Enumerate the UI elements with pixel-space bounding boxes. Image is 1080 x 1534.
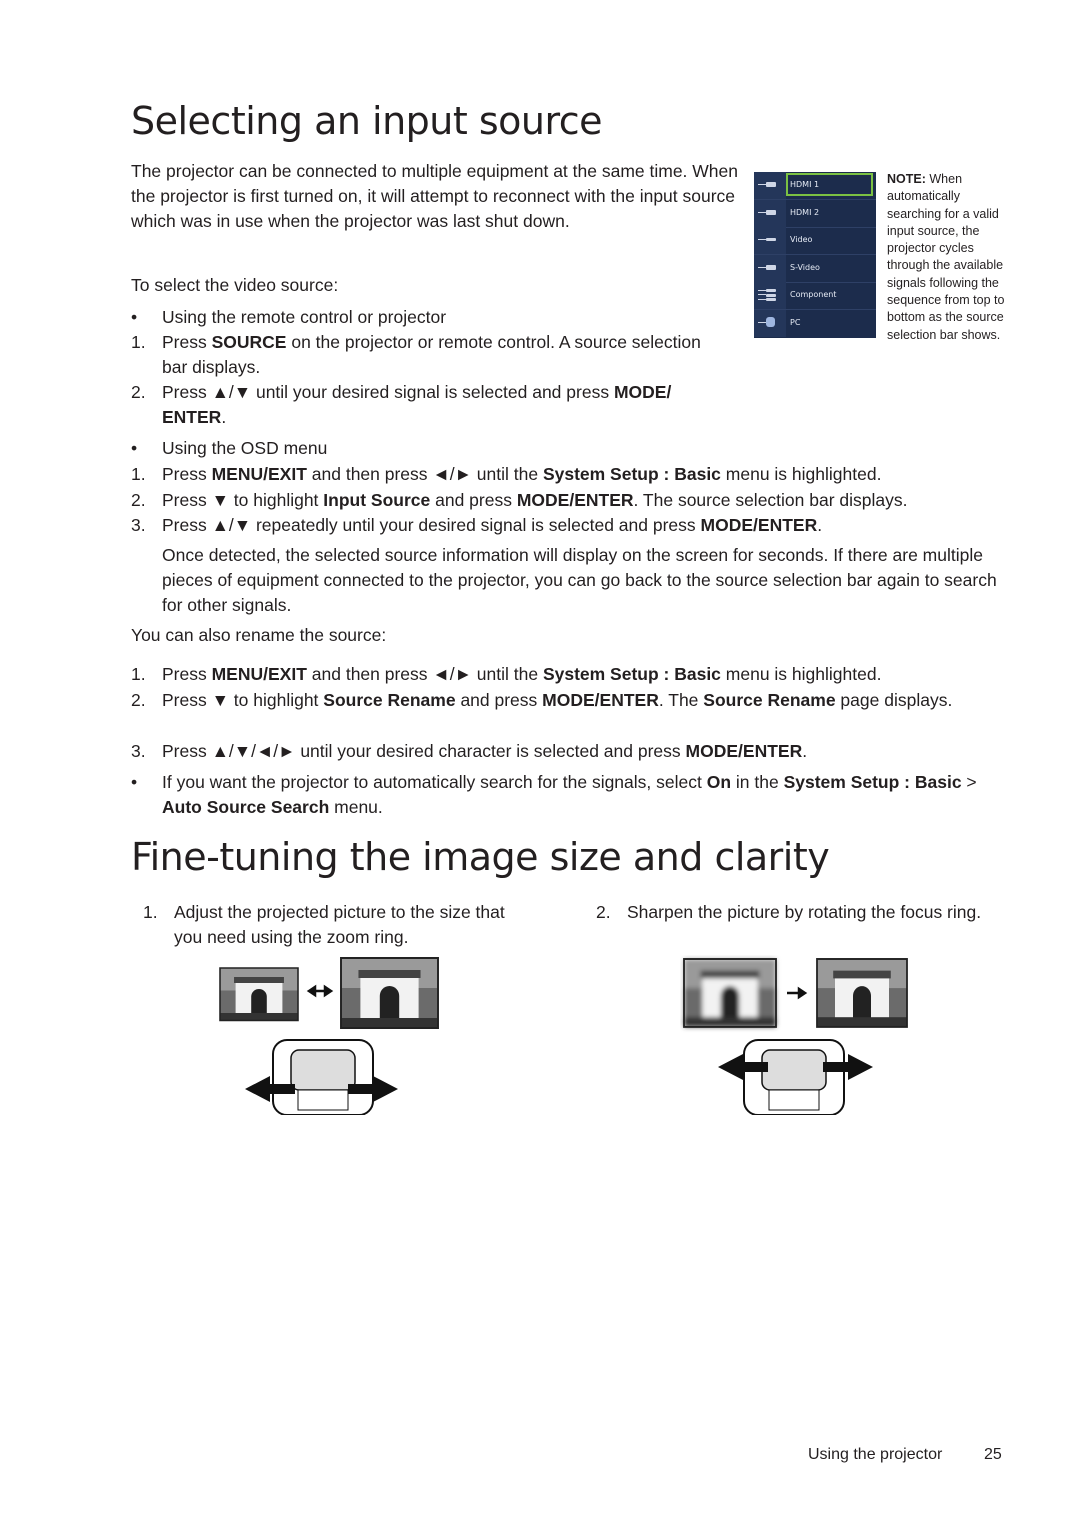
rename-step-2: 2. Press ▼ to highlight Source Rename an… [131, 688, 1011, 738]
intro-paragraph: The projector can be connected to multip… [131, 161, 738, 231]
bullet-marker: • [131, 772, 138, 792]
method-osd-label: Using the OSD menu [162, 438, 328, 458]
source-item-svideo[interactable]: S-Video [754, 255, 876, 283]
note-text: When automatically searching for a valid… [887, 172, 1005, 342]
bullet-marker: • [131, 307, 138, 327]
method-remote-label: Using the remote control or projector [162, 307, 447, 327]
right-arrow-icon [787, 986, 808, 1000]
bullet-text: If you want the projector to automatical… [162, 772, 977, 817]
double-arrow-icon [306, 984, 334, 998]
section-title-input-source: Selecting an input source [131, 99, 603, 143]
step-number: 1. [131, 464, 146, 484]
source-label: S-Video [790, 263, 820, 272]
step-text: Sharpen the picture by rotating the focu… [627, 902, 982, 922]
osd-step-3: 3. Press ▲/▼ repeatedly until your desir… [131, 513, 1011, 538]
step-number: 2. [131, 382, 146, 402]
sharp-picture-icon [816, 958, 908, 1028]
step-text: Press ▲/▼/◄/► until your desired charact… [162, 741, 808, 761]
source-item-pc[interactable]: PC [754, 310, 876, 337]
step-number: 1. [131, 664, 146, 684]
step-text: Press MENU/EXIT and then press ◄/► until… [162, 464, 882, 484]
small-picture-icon [219, 967, 299, 1022]
source-label: HDMI 2 [790, 208, 820, 217]
rename-step-3: 3. Press ▲/▼/◄/► until your desired char… [131, 739, 1011, 764]
remote-step-2: 2. Press ▲/▼ until your desired signal i… [131, 380, 731, 430]
page-number: 25 [984, 1446, 1002, 1463]
step-number: 3. [131, 741, 146, 761]
section-title-fine-tuning: Fine-tuning the image size and clarity [131, 835, 830, 879]
osd-step-2: 2. Press ▼ to highlight Input Source and… [131, 488, 1011, 513]
step-number: 1. [143, 902, 158, 922]
hdmi-connector-icon [754, 200, 786, 227]
footer-section-name: Using the projector [808, 1446, 943, 1463]
source-item-hdmi2[interactable]: HDMI 2 [754, 200, 876, 228]
rename-intro: You can also rename the source: [131, 625, 387, 645]
zoom-ring-illustration [219, 957, 439, 1115]
step-text: Press ▲/▼ repeatedly until your desired … [162, 515, 823, 535]
large-picture-icon [340, 957, 439, 1029]
auto-search-bullet: • If you want the projector to automatic… [131, 770, 1011, 820]
step-number: 1. [131, 332, 146, 352]
step-number: 2. [131, 490, 146, 510]
source-label: Video [790, 235, 813, 244]
note-label: NOTE: [887, 172, 926, 186]
once-detected-paragraph: Once detected, the selected source infor… [162, 545, 997, 615]
rename-step-1: 1. Press MENU/EXIT and then press ◄/► un… [131, 662, 1011, 687]
step-text: Press SOURCE on the projector or remote … [162, 332, 701, 377]
bullet-marker: • [131, 438, 138, 458]
step-number: 3. [131, 515, 146, 535]
zoom-ring-icon [272, 1039, 374, 1115]
step-text: Adjust the projected picture to the size… [174, 902, 505, 947]
source-item-component[interactable]: Component [754, 282, 876, 310]
step-number: 2. [131, 690, 146, 710]
vga-connector-icon [754, 310, 786, 337]
step-text: Press ▼ to highlight Input Source and pr… [162, 490, 908, 510]
step-text: Press ▼ to highlight Source Rename and p… [162, 690, 953, 710]
zoom-step: 1. Adjust the projected picture to the s… [143, 900, 523, 950]
source-label: Component [790, 290, 837, 299]
focus-step: 2. Sharpen the picture by rotating the f… [596, 900, 986, 950]
source-selection-bar: HDMI 1 HDMI 2 Video S-Video Component PC [754, 172, 876, 338]
hdmi-connector-icon [754, 172, 786, 199]
step-text: Press MENU/EXIT and then press ◄/► until… [162, 664, 882, 684]
source-item-hdmi1[interactable]: HDMI 1 [754, 172, 876, 200]
step-number: 2. [596, 902, 611, 922]
focus-ring-illustration [683, 958, 908, 1115]
to-select-label: To select the video source: [131, 275, 339, 295]
component-connector-icon [754, 282, 786, 309]
svideo-connector-icon [754, 255, 786, 282]
remote-step-1: 1. Press SOURCE on the projector or remo… [131, 330, 731, 380]
note-box: NOTE: When automatically searching for a… [887, 171, 1007, 344]
step-text: Press ▲/▼ until your desired signal is s… [162, 382, 672, 427]
method-osd-bullet: • Using the OSD menu [131, 436, 731, 461]
rca-connector-icon [754, 227, 786, 254]
source-label: HDMI 1 [790, 180, 820, 189]
source-item-video[interactable]: Video [754, 227, 876, 255]
osd-step-1: 1. Press MENU/EXIT and then press ◄/► un… [131, 462, 1011, 487]
method-remote-bullet: • Using the remote control or projector [131, 305, 731, 330]
focus-ring-icon [743, 1039, 845, 1115]
source-label: PC [790, 318, 801, 327]
blurry-picture-icon [683, 958, 777, 1028]
